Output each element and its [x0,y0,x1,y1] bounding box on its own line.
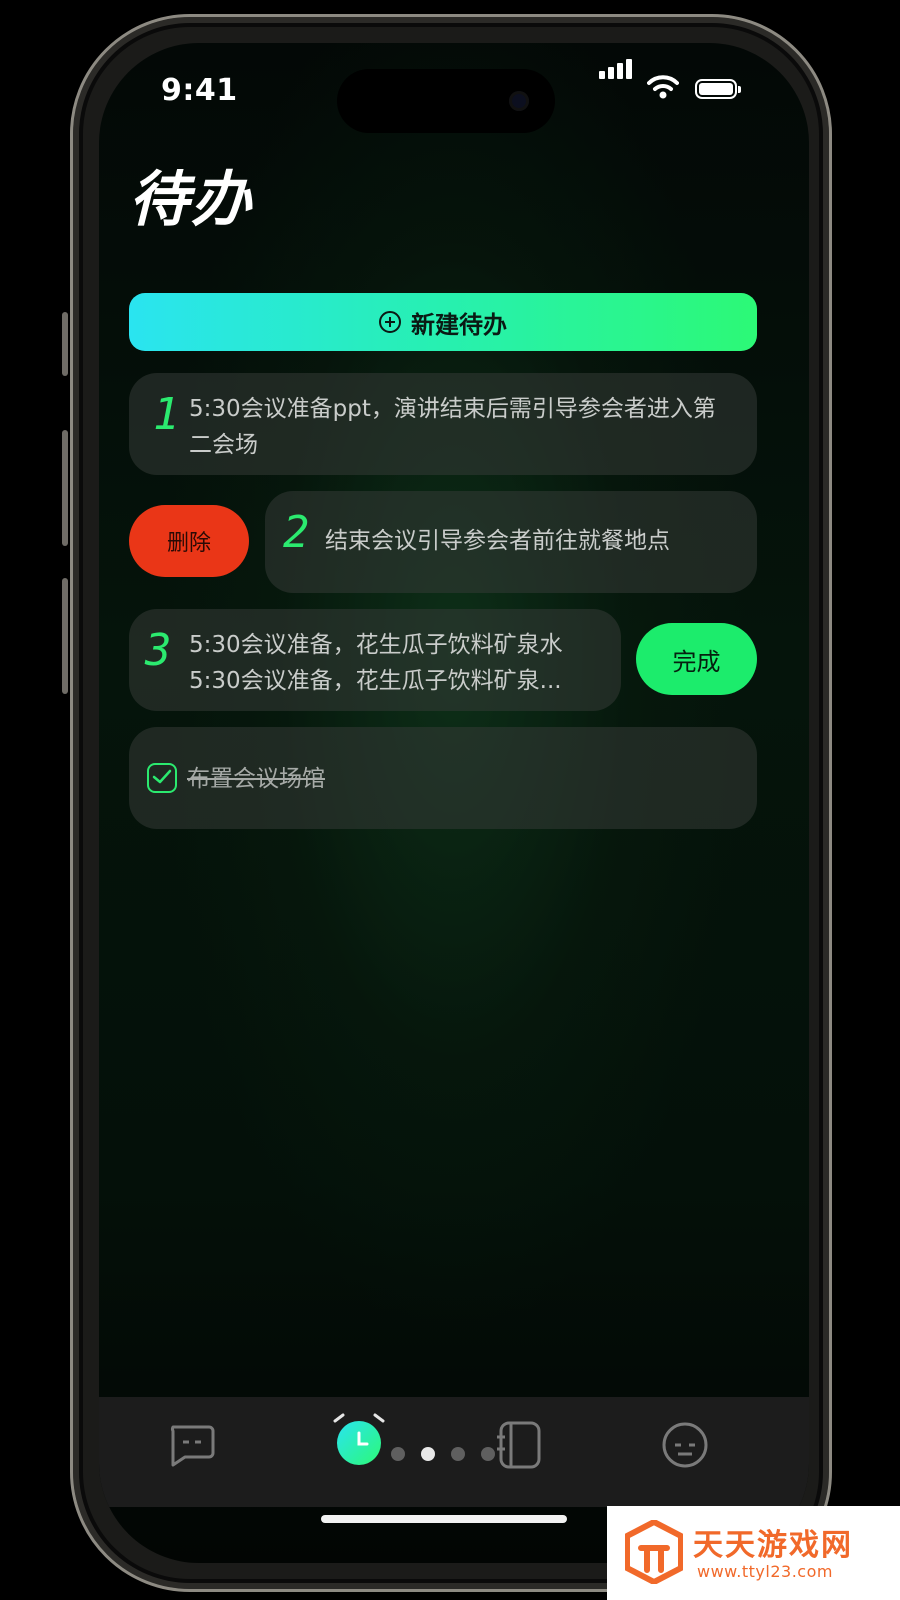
page-title: 待办 [129,165,253,235]
todo-item[interactable]: 2 结束会议引导参会者前往就餐地点 [265,491,757,593]
checkbox-checked-icon[interactable] [147,763,177,793]
watermark-logo-icon [625,1520,683,1584]
todo-text: 布置会议场馆 [187,766,325,792]
new-todo-label: 新建待办 [411,310,507,339]
todo-index: 2 [283,507,310,558]
todo-index: 3 [145,625,172,676]
app-screen: 9:41 待办 新建待办 1 5:30会议准备ppt，演讲结束后需引导参会者进入… [99,43,809,1563]
new-todo-button[interactable]: 新建待办 [129,293,757,351]
notebook-icon[interactable] [493,1419,545,1471]
status-time: 9:41 [161,73,238,108]
alarm-clock-icon[interactable] [329,1411,389,1471]
face-icon[interactable] [659,1419,711,1471]
done-button[interactable]: 完成 [636,623,757,695]
page-dot[interactable] [391,1447,405,1461]
page-indicator [391,1447,495,1461]
watermark-title: 天天游戏网 [693,1528,853,1563]
side-button-volume-down [62,578,68,694]
page-dot[interactable] [451,1447,465,1461]
chat-bubble-icon[interactable] [165,1419,217,1471]
todo-item[interactable]: 3 5:30会议准备，花生瓜子饮料矿泉水 5:30会议准备，花生瓜子饮料矿泉..… [129,609,621,711]
home-indicator[interactable] [321,1515,567,1523]
todo-text-line: 5:30会议准备，花生瓜子饮料矿泉水 [189,632,563,658]
page-dot-active[interactable] [421,1447,435,1461]
todo-text-line: 5:30会议准备，花生瓜子饮料矿泉... [189,668,562,694]
todo-item[interactable]: 1 5:30会议准备ppt，演讲结束后需引导参会者进入第二会场 [129,373,757,475]
delete-button[interactable]: 删除 [129,505,249,577]
watermark: 天天游戏网 www.ttyl23.com [607,1506,900,1600]
todo-index: 1 [153,389,180,440]
page-dot[interactable] [481,1447,495,1461]
todo-item-completed[interactable]: 布置会议场馆 [129,727,757,829]
battery-icon [695,79,741,99]
dynamic-island [337,69,555,133]
watermark-url: www.ttyl23.com [697,1562,833,1581]
tab-bar [99,1397,809,1507]
todo-text: 5:30会议准备，花生瓜子饮料矿泉水 5:30会议准备，花生瓜子饮料矿泉... [189,627,591,699]
todo-text: 5:30会议准备ppt，演讲结束后需引导参会者进入第二会场 [189,396,716,458]
plus-circle-icon [379,311,401,333]
todo-text: 结束会议引导参会者前往就餐地点 [325,528,670,554]
side-button-volume-up [62,430,68,546]
phone-frame: 9:41 待办 新建待办 1 5:30会议准备ppt，演讲结束后需引导参会者进入… [70,14,832,1592]
wifi-icon [647,75,679,99]
camera-icon [509,91,529,111]
delete-label: 删除 [166,531,211,556]
status-bar: 9:41 [99,59,809,133]
side-button-action [62,312,68,376]
done-label: 完成 [672,647,721,676]
